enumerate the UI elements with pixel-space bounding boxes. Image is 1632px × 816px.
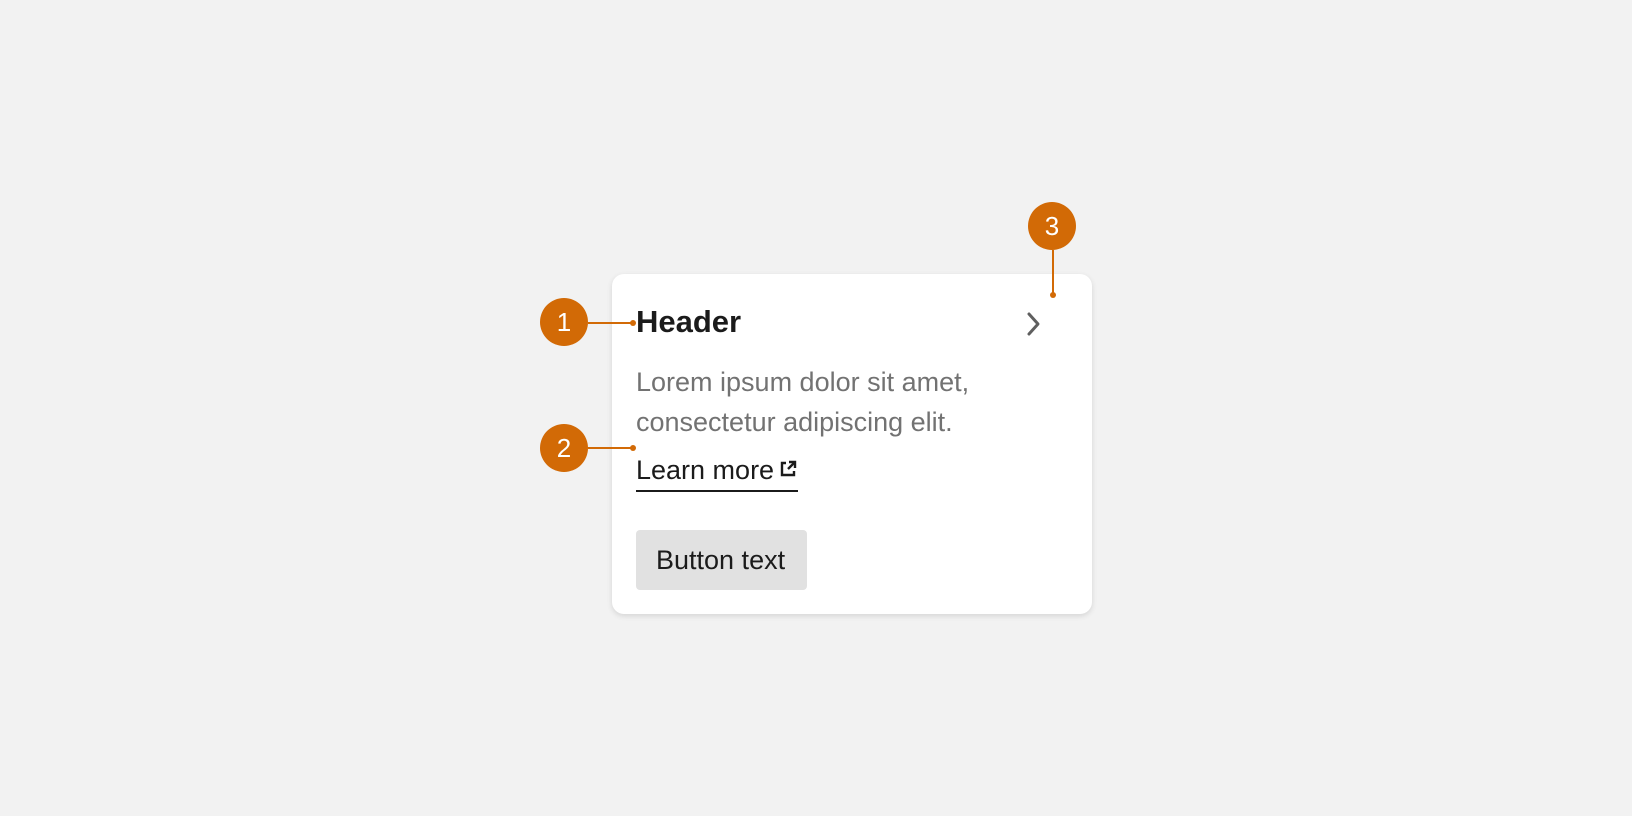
learn-more-label: Learn more [636,455,775,485]
annotation-leader-3 [1052,250,1054,296]
annotation-leader-2 [588,447,634,449]
card-header: Header [636,304,742,339]
annotation-marker-1: 1 [540,298,588,346]
annotation-leader-1 [588,322,634,324]
card: Header Lorem ipsum dolor sit amet, conse… [612,274,1092,614]
card-body-text: Lorem ipsum dolor sit amet, consectetur … [636,367,970,437]
chevron-right-icon[interactable] [1012,302,1056,346]
annotation-dot-2 [630,445,636,451]
annotation-dot-3 [1050,292,1056,298]
card-action-button[interactable]: Button text [636,530,808,590]
external-link-icon [776,452,798,488]
annotation-dot-1 [630,320,636,326]
annotation-marker-3: 3 [1028,202,1076,250]
learn-more-link[interactable]: Learn more [636,452,799,492]
annotation-marker-2: 2 [540,424,588,472]
